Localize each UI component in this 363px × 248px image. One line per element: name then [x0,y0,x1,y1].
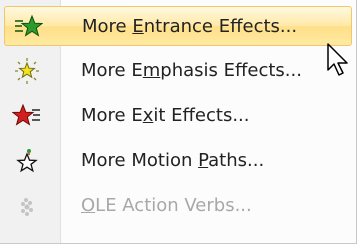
ole-action-icon [12,192,42,220]
menu-item-label: More Emphasis Effects... [81,60,302,81]
motion-path-star-icon [12,147,42,175]
menu-item-label: OLE Action Verbs... [81,195,252,216]
mouse-pointer-icon [327,43,348,76]
menu-item-label: More Motion Paths... [81,150,265,171]
menu-item-more-motion-paths[interactable]: More Motion Paths... [4,141,352,181]
exit-star-icon [12,102,42,130]
animation-effects-menu: More Entrance Effects... More Emphasis E… [0,0,357,244]
menu-item-label: More Exit Effects... [81,105,250,126]
emphasis-star-icon [12,57,42,85]
menu-item-label: More Entrance Effects... [82,16,298,37]
menu-item-more-emphasis-effects[interactable]: More Emphasis Effects... [4,51,352,91]
menu-item-more-entrance-effects[interactable]: More Entrance Effects... [4,6,352,46]
menu-item-more-exit-effects[interactable]: More Exit Effects... [4,96,352,136]
entrance-star-icon [13,13,43,41]
menu-item-ole-action-verbs: OLE Action Verbs... [4,186,352,226]
